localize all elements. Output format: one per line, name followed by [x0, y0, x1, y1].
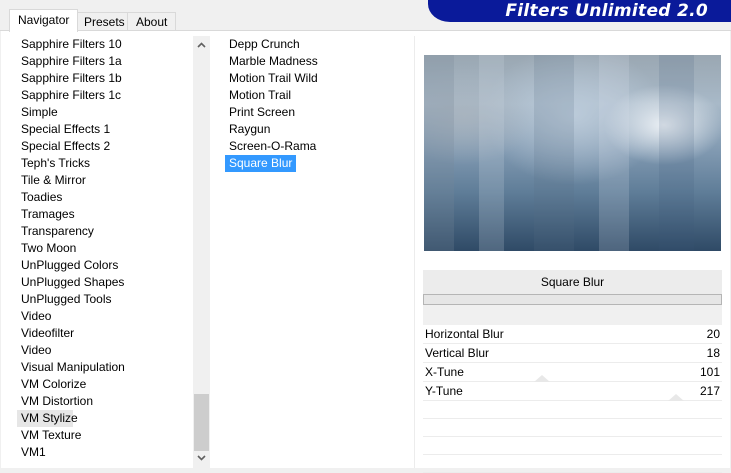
product-banner: Filters Unlimited 2.0	[428, 0, 731, 22]
slider-marker	[668, 394, 684, 401]
filter-item[interactable]: Print Screen	[225, 104, 410, 121]
category-item[interactable]: VM Colorize	[17, 376, 194, 393]
filter-item[interactable]: Motion Trail	[225, 87, 410, 104]
slider-marker	[534, 375, 550, 382]
category-item[interactable]: Toadies	[17, 189, 194, 206]
category-item[interactable]: VM Texture	[17, 427, 194, 444]
category-item[interactable]: Video	[17, 342, 194, 359]
panel-divider	[414, 36, 415, 468]
category-item[interactable]: Special Effects 2	[17, 138, 194, 155]
filter-item[interactable]: Marble Madness	[225, 53, 410, 70]
param-horizontal-blur[interactable]: Horizontal Blur 20	[423, 325, 722, 344]
category-item[interactable]: Sapphire Filters 1b	[17, 70, 194, 87]
empty-param-row	[423, 419, 722, 437]
category-item[interactable]: Special Effects 1	[17, 121, 194, 138]
param-y-tune[interactable]: Y-Tune 217	[423, 382, 722, 401]
param-value[interactable]: 101	[700, 363, 720, 381]
category-item[interactable]: Videofilter	[17, 325, 194, 342]
filter-title: Square Blur	[423, 270, 722, 294]
tab-presets[interactable]: Presets	[75, 12, 134, 31]
category-list[interactable]: Sapphire Filters 10 Sapphire Filters 1a …	[17, 36, 194, 468]
category-scrollbar[interactable]	[193, 36, 210, 468]
filter-item[interactable]: Depp Crunch	[225, 36, 410, 53]
banner-title: Filters Unlimited 2.0	[505, 1, 708, 21]
scrollbar-thumb[interactable]	[194, 394, 209, 451]
category-item[interactable]: Teph's Tricks	[17, 155, 194, 172]
category-item[interactable]: Sapphire Filters 1c	[17, 87, 194, 104]
category-item[interactable]: Transparency	[17, 223, 194, 240]
category-item[interactable]: Visual Manipulation	[17, 359, 194, 376]
category-item[interactable]: VM1	[17, 444, 194, 461]
category-item[interactable]: Tramages	[17, 206, 194, 223]
filter-item[interactable]: Raygun	[225, 121, 410, 138]
category-item[interactable]: VM Distortion	[17, 393, 194, 410]
filter-item[interactable]: Screen-O-Rama	[225, 138, 410, 155]
param-value[interactable]: 20	[707, 325, 720, 343]
tab-navigator[interactable]: Navigator	[9, 9, 79, 32]
category-item[interactable]: UnPlugged Tools	[17, 291, 194, 308]
filter-item-selected[interactable]: Square Blur	[225, 155, 297, 172]
param-name: Vertical Blur	[425, 346, 490, 360]
param-value[interactable]: 217	[700, 382, 720, 400]
category-item[interactable]: Simple	[17, 104, 194, 121]
category-item[interactable]: Sapphire Filters 1a	[17, 53, 194, 70]
empty-param-row	[423, 437, 722, 455]
param-name: Horizontal Blur	[425, 327, 504, 341]
category-item[interactable]: UnPlugged Colors	[17, 257, 194, 274]
param-vertical-blur[interactable]: Vertical Blur 18	[423, 344, 722, 363]
category-item[interactable]: Video	[17, 308, 194, 325]
param-x-tune[interactable]: X-Tune 101	[423, 363, 722, 382]
category-item[interactable]: Two Moon	[17, 240, 194, 257]
preview-image	[424, 55, 721, 251]
category-item-selected[interactable]: VM Stylize	[17, 410, 78, 427]
parameter-list: Horizontal Blur 20 Vertical Blur 18 X-Tu…	[423, 325, 722, 473]
chevron-up-icon[interactable]	[193, 37, 210, 54]
category-item[interactable]: Tile & Mirror	[17, 172, 194, 189]
chevron-down-icon[interactable]	[193, 450, 210, 467]
param-name: X-Tune	[425, 365, 464, 379]
category-item[interactable]: Sapphire Filters 10	[17, 36, 194, 53]
panel-spacer	[423, 305, 722, 325]
category-item[interactable]: UnPlugged Shapes	[17, 274, 194, 291]
param-value[interactable]: 18	[707, 344, 720, 362]
tab-about[interactable]: About	[127, 12, 177, 31]
filter-list[interactable]: Depp Crunch Marble Madness Motion Trail …	[225, 36, 410, 456]
empty-param-row	[423, 455, 722, 473]
filter-item[interactable]: Motion Trail Wild	[225, 70, 410, 87]
progress-bar	[423, 294, 722, 305]
param-name: Y-Tune	[425, 384, 463, 398]
empty-param-row	[423, 401, 722, 419]
